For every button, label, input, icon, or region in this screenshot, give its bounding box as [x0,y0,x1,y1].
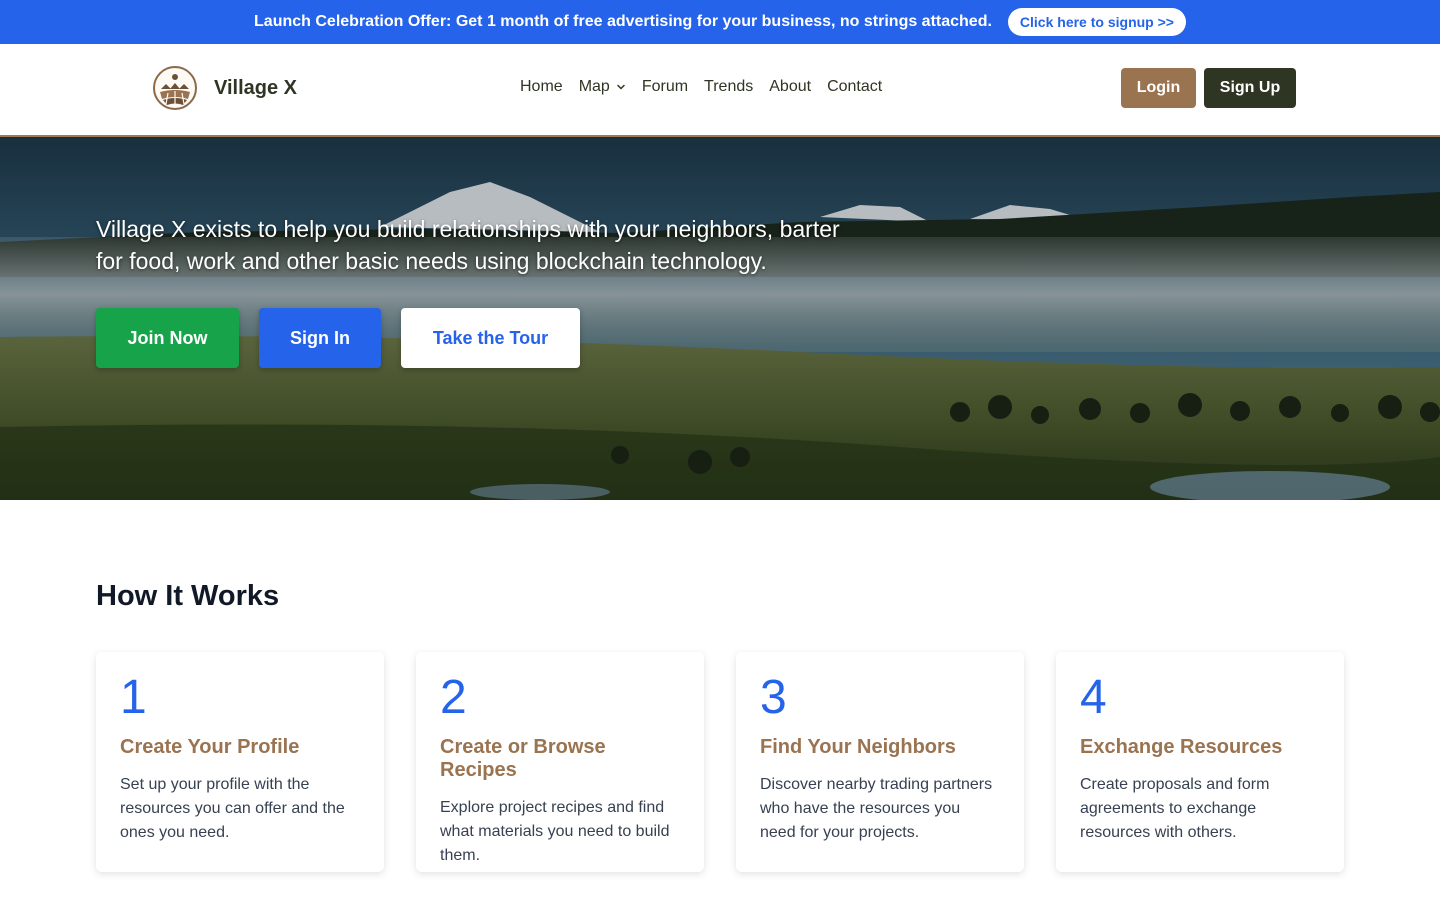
village-logo-icon [153,66,197,110]
promo-text: Launch Celebration Offer: Get 1 month of… [254,13,992,30]
sign-in-button[interactable]: Sign In [259,308,381,368]
chevron-down-icon [617,84,625,90]
step-title: Create or Browse Recipes [440,736,606,781]
hero-section: Village X exists to help you build relat… [0,137,1440,500]
auth-buttons: Login Sign Up [1121,68,1296,108]
step-number: 4 [1080,671,1107,724]
nav-forum-label: Forum [641,78,689,95]
nav-map-label: Map [578,78,610,95]
nav-trends[interactable]: Trends [704,78,753,96]
nav-contact-label: Contact [827,78,883,95]
step-card: 3 Find Your Neighbors Discover nearby tr… [736,652,1024,872]
nav-forum[interactable]: Forum [642,78,688,96]
brand-link[interactable]: Village X [152,65,297,111]
nav-home[interactable]: Home [520,78,563,96]
step-card: 4 Exchange Resources Create proposals an… [1056,652,1344,872]
hero-tagline: Village X exists to help you build relat… [96,216,840,274]
nav-home-label: Home [520,78,563,95]
login-button[interactable]: Login [1121,68,1196,108]
hero-actions: Join Now Sign In Take the Tour [96,308,580,368]
step-description: Explore project recipes and find what ma… [440,799,670,864]
signup-button[interactable]: Sign Up [1204,68,1296,108]
steps-list: 1 Create Your Profile Set up your profil… [96,652,1344,872]
promo-signup-button[interactable]: Click here to signup >> [1007,8,1186,36]
nav-contact[interactable]: Contact [827,78,882,96]
main-nav: Home Map Forum Trends About Contact [520,78,882,96]
step-number: 1 [120,671,147,724]
nav-map[interactable]: Map [579,78,626,96]
step-number: 3 [760,671,787,724]
nav-trends-label: Trends [704,78,754,95]
how-it-works-title: How It Works [96,580,280,612]
step-title: Find Your Neighbors [760,736,956,758]
join-now-button[interactable]: Join Now [96,308,239,368]
step-description: Discover nearby trading partners who hav… [760,776,993,841]
navbar: Village X Home Map Forum Trends About Co… [0,44,1440,137]
step-description: Set up your profile with the resources y… [120,776,345,841]
promo-banner: Launch Celebration Offer: Get 1 month of… [0,0,1440,44]
nav-about-label: About [769,78,812,95]
step-title: Exchange Resources [1080,736,1283,758]
nav-about[interactable]: About [769,78,811,96]
step-number: 2 [440,671,467,724]
brand-name: Village X [214,76,298,99]
take-tour-button[interactable]: Take the Tour [401,308,580,368]
step-description: Create proposals and form agreements to … [1080,776,1270,841]
step-card: 1 Create Your Profile Set up your profil… [96,652,384,872]
step-title: Create Your Profile [120,736,300,758]
step-card: 2 Create or Browse Recipes Explore proje… [416,652,704,872]
